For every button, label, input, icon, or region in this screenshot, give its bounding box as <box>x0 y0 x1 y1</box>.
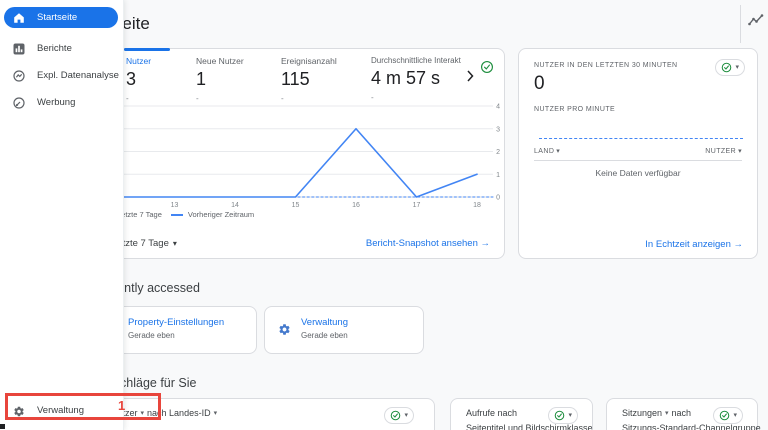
sidebar-item-home[interactable]: Startseite <box>4 7 118 28</box>
sidebar-item-label: Expl. Datenanalyse <box>37 70 119 81</box>
sidebar-item-label: Startseite <box>37 12 78 23</box>
metric-tab-nutzer[interactable]: Nutzer 3 - <box>126 56 151 103</box>
metric-tab-interaktionsdauer[interactable]: Durchschnittliche Interakt 4 m 57 s - <box>371 56 461 102</box>
chevron-down-icon: ▾ <box>665 409 669 417</box>
advertising-icon <box>13 96 25 109</box>
next-metrics-chevron-icon[interactable] <box>467 69 474 87</box>
suggestion-card-subtitle: Sitzungs-Standard-Channelgruppe <box>622 423 761 430</box>
check-circle-icon <box>722 62 732 73</box>
suggestion-card-title: Aufrufe nach <box>466 408 518 418</box>
metric-label: Ereignisanzahl <box>281 56 337 66</box>
metric-label: Nutzer <box>126 56 152 66</box>
metric-value: 3 <box>126 69 137 89</box>
metric-value: 115 <box>281 69 310 89</box>
svg-text:1: 1 <box>496 172 500 179</box>
svg-text:15: 15 <box>292 202 300 209</box>
metric-tab-neue-nutzer[interactable]: Neue Nutzer 1 - <box>196 56 244 103</box>
metric-delta: - <box>281 94 284 103</box>
suggestion-card-views-by-page[interactable]: Aufrufe nach Seitentitel und Bildschirmk… <box>450 398 593 430</box>
ga-home-screen: Startseite Nutzer 3 - Neue Nutzer 1 - Er… <box>0 0 768 430</box>
check-circle-icon <box>391 410 401 421</box>
status-pill[interactable]: ▾ <box>713 407 743 424</box>
svg-text:17: 17 <box>413 202 421 209</box>
per-minute-label: NUTZER PRO MINUTE <box>534 106 616 113</box>
chevron-down-icon: ▾ <box>733 412 737 419</box>
users-column-header[interactable]: NUTZER ▾ <box>705 148 742 155</box>
report-snapshot-link[interactable]: Bericht-Snapshot ansehen → <box>366 238 490 249</box>
realtime-status-pill[interactable]: ▾ <box>715 59 745 76</box>
country-column-header[interactable]: LAND ▾ <box>534 148 560 155</box>
metric-value: 4 m 57 s <box>371 68 441 88</box>
legend-dashed-swatch <box>170 213 183 216</box>
status-pill[interactable]: ▾ <box>384 407 414 424</box>
suggestion-card-title: Sitzungen ▾ nach <box>622 408 692 418</box>
metric-delta: - <box>371 93 374 102</box>
legend-label: Vorheriger Zeitraum <box>187 210 255 219</box>
status-pill[interactable]: ▾ <box>548 407 578 424</box>
metric-delta: - <box>126 94 129 103</box>
svg-text:4: 4 <box>496 104 500 111</box>
suggestion-card-subtitle: Seitentitel und Bildschirmklasse <box>466 423 593 430</box>
recent-card-admin[interactable]: Verwaltung Gerade eben <box>264 306 424 354</box>
chevron-down-icon: ▾ <box>735 64 739 71</box>
recent-time: Gerade eben <box>301 331 348 340</box>
sidebar-item-advertising[interactable]: Werbung <box>4 92 118 113</box>
nav-drawer: Startseite Berichte Expl. Datenanalyse W… <box>0 0 124 430</box>
svg-text:13: 13 <box>171 202 179 209</box>
check-circle-icon <box>555 410 565 421</box>
realtime-title: NUTZER IN DEN LETZTEN 30 MINUTEN <box>534 62 678 69</box>
sidebar-item-reports[interactable]: Berichte <box>4 38 118 59</box>
sidebar-item-label: Werbung <box>37 97 76 108</box>
per-minute-baseline <box>539 138 743 139</box>
metric-label: Durchschnittliche Interakt <box>371 56 461 65</box>
insights-icon[interactable] <box>748 12 764 28</box>
recent-time: Gerade eben <box>128 331 175 340</box>
chevron-down-icon: ▾ <box>556 148 561 155</box>
sidebar-item-explore[interactable]: Expl. Datenanalyse <box>4 65 119 86</box>
svg-text:16: 16 <box>352 202 360 209</box>
metric-value: 1 <box>196 69 207 89</box>
data-quality-check-icon[interactable] <box>480 60 494 79</box>
view-realtime-link[interactable]: In Echtzeit anzeigen → <box>645 239 743 250</box>
annotation-label: 1 <box>118 398 126 413</box>
home-icon <box>13 12 25 24</box>
arrow-right-icon: → <box>480 238 491 249</box>
check-circle-icon <box>720 410 730 421</box>
suggestion-card-sessions-by-channel[interactable]: Sitzungen ▾ nach Sitzungs-Standard-Chann… <box>606 398 761 430</box>
svg-text:0: 0 <box>496 195 500 202</box>
realtime-card: NUTZER IN DEN LETZTEN 30 MINUTEN ▾ 0 NUT… <box>518 48 758 259</box>
chevron-down-icon: ▾ <box>213 409 218 417</box>
table-divider <box>534 160 742 161</box>
recent-link: Property-Einstellungen <box>128 317 225 328</box>
svg-text:2: 2 <box>496 149 500 156</box>
active-metric-indicator <box>124 48 170 51</box>
chevron-down-icon: ▾ <box>568 412 572 419</box>
metric-delta: - <box>196 94 199 103</box>
chevron-down-icon: ▾ <box>404 412 408 419</box>
annotation-box-1 <box>5 393 161 420</box>
right-rail-divider <box>740 5 741 43</box>
explore-icon <box>13 69 25 82</box>
metric-tab-ereignisanzahl[interactable]: Ereignisanzahl 115 - <box>281 56 337 103</box>
chevron-down-icon: ▾ <box>172 238 177 248</box>
arrow-right-icon: → <box>733 239 744 250</box>
metric-label: Neue Nutzer <box>196 56 244 66</box>
svg-text:18: 18 <box>473 202 481 209</box>
gear-icon <box>278 323 291 341</box>
realtime-value: 0 <box>534 73 545 94</box>
corner-artifact <box>0 424 5 429</box>
no-data-message: Keine Daten verfügbar <box>595 168 681 178</box>
svg-text:3: 3 <box>496 126 500 133</box>
overview-card: Nutzer 3 - Neue Nutzer 1 - Ereignisanzah… <box>95 48 505 259</box>
reports-icon <box>13 43 25 55</box>
svg-text:14: 14 <box>231 202 239 209</box>
chevron-down-icon: ▾ <box>738 148 742 155</box>
recent-link: Verwaltung <box>301 317 349 328</box>
sidebar-item-label: Berichte <box>37 43 72 54</box>
